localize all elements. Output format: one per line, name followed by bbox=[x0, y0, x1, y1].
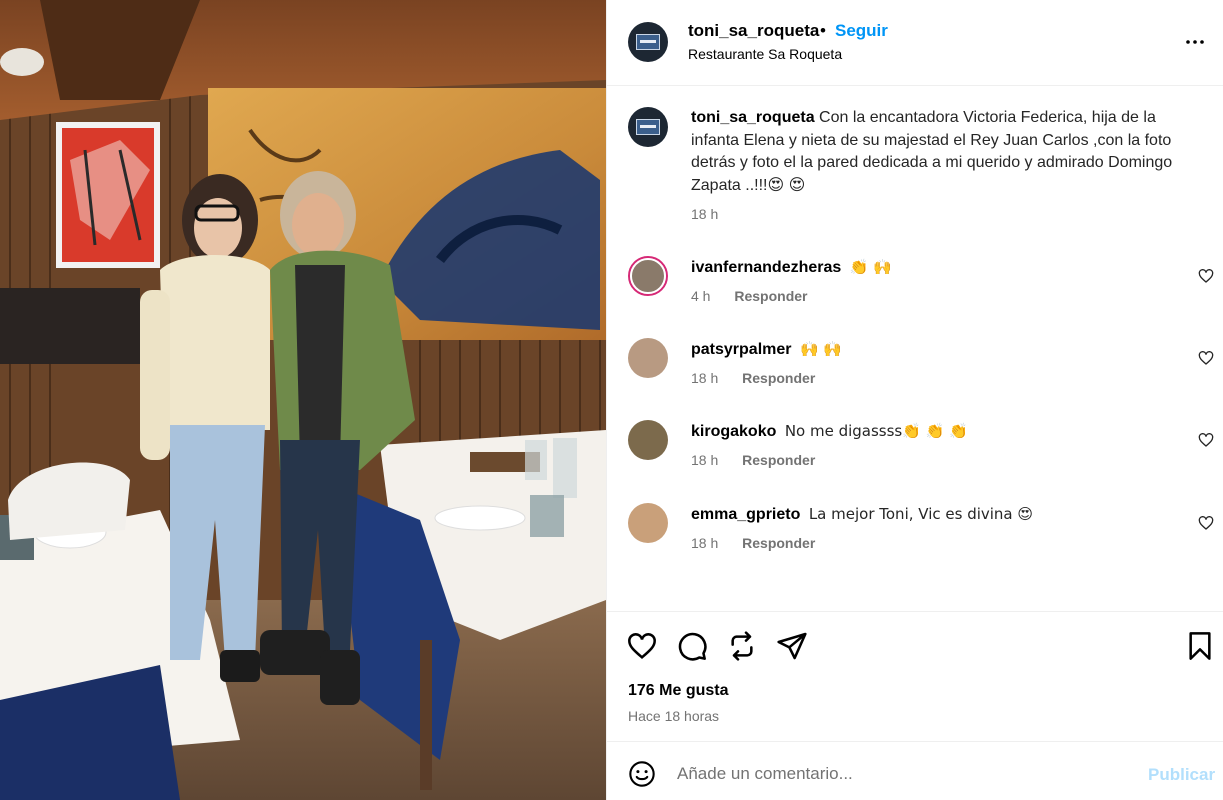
comment-meta: 4 h Responder bbox=[691, 288, 807, 304]
more-options-icon[interactable] bbox=[1183, 30, 1207, 54]
post-time-ago[interactable]: Hace 18 horas bbox=[628, 708, 719, 724]
comment-meta: 18 h Responder bbox=[691, 370, 815, 386]
comment-item: ivanfernandezheras 👏 🙌 4 h Responder bbox=[607, 256, 1223, 326]
reply-button[interactable]: Responder bbox=[734, 288, 807, 304]
commenter-avatar[interactable] bbox=[628, 420, 668, 460]
author-username[interactable]: toni_sa_roqueta bbox=[688, 21, 819, 41]
like-icon[interactable] bbox=[626, 630, 658, 662]
comment-time[interactable]: 18 h bbox=[691, 370, 718, 386]
caption-username[interactable]: toni_sa_roqueta bbox=[691, 109, 815, 126]
reply-button[interactable]: Responder bbox=[742, 452, 815, 468]
action-bar: 176 Me gusta Hace 18 horas bbox=[607, 611, 1223, 741]
comment-input[interactable] bbox=[677, 760, 1137, 788]
post-photo-image bbox=[0, 0, 606, 800]
comment-username[interactable]: ivanfernandezheras bbox=[691, 259, 841, 276]
comment-item: emma_gprieto La mejor Toni, Vic es divin… bbox=[607, 503, 1223, 573]
comment-username[interactable]: patsyrpalmer bbox=[691, 341, 792, 358]
comment-like-icon[interactable] bbox=[1198, 432, 1214, 448]
location-link[interactable]: Restaurante Sa Roqueta bbox=[688, 46, 842, 62]
comment-text: La mejor Toni, Vic es divina 😍 bbox=[808, 505, 1034, 523]
comment-time[interactable]: 4 h bbox=[691, 288, 710, 304]
comment-time[interactable]: 18 h bbox=[691, 535, 718, 551]
comment-like-icon[interactable] bbox=[1198, 515, 1214, 531]
reply-button[interactable]: Responder bbox=[742, 535, 815, 551]
comment-composer: Publicar bbox=[607, 741, 1223, 800]
comment-line: emma_gprieto La mejor Toni, Vic es divin… bbox=[691, 505, 1033, 524]
comment-line: kirogakoko No me digassss👏 👏 👏 bbox=[691, 422, 968, 441]
likes-count[interactable]: 176 Me gusta bbox=[628, 682, 728, 700]
comment-line: patsyrpalmer 🙌 🙌 bbox=[691, 340, 842, 359]
comment-item: patsyrpalmer 🙌 🙌 18 h Responder bbox=[607, 338, 1223, 408]
emoji-icon[interactable] bbox=[628, 760, 656, 788]
comment-icon[interactable] bbox=[676, 630, 708, 662]
comment-line: ivanfernandezheras 👏 🙌 bbox=[691, 258, 892, 277]
repost-icon[interactable] bbox=[726, 630, 758, 662]
follow-button[interactable]: Seguir bbox=[835, 21, 888, 41]
comment-username[interactable]: emma_gprieto bbox=[691, 506, 800, 523]
header-separator: • bbox=[820, 21, 826, 40]
publish-button[interactable]: Publicar bbox=[1148, 765, 1215, 785]
post-header: toni_sa_roqueta • Seguir Restaurante Sa … bbox=[607, 0, 1223, 86]
save-icon[interactable] bbox=[1184, 630, 1216, 662]
post-side-panel: toni_sa_roqueta • Seguir Restaurante Sa … bbox=[606, 0, 1223, 800]
comment-text: No me digassss👏 👏 👏 bbox=[784, 422, 968, 440]
comment-text: 👏 🙌 bbox=[849, 258, 892, 276]
comment-username[interactable]: kirogakoko bbox=[691, 423, 776, 440]
comment-time[interactable]: 18 h bbox=[691, 452, 718, 468]
comment-like-icon[interactable] bbox=[1198, 350, 1214, 366]
commenter-avatar[interactable] bbox=[628, 256, 668, 296]
comment-text: 🙌 🙌 bbox=[799, 340, 843, 358]
reply-button[interactable]: Responder bbox=[742, 370, 815, 386]
caption: toni_sa_roqueta Con la encantadora Victo… bbox=[691, 107, 1191, 197]
commenter-avatar[interactable] bbox=[628, 338, 668, 378]
caption-time[interactable]: 18 h bbox=[691, 206, 718, 222]
author-avatar[interactable] bbox=[628, 22, 668, 62]
comment-like-icon[interactable] bbox=[1198, 268, 1214, 284]
share-icon[interactable] bbox=[776, 630, 808, 662]
comment-meta: 18 h Responder bbox=[691, 535, 815, 551]
commenter-avatar[interactable] bbox=[628, 503, 668, 543]
comment-meta: 18 h Responder bbox=[691, 452, 815, 468]
comment-item: kirogakoko No me digassss👏 👏 👏 18 h Resp… bbox=[607, 420, 1223, 490]
caption-author-avatar[interactable] bbox=[628, 107, 668, 147]
post-photo[interactable] bbox=[0, 0, 606, 800]
